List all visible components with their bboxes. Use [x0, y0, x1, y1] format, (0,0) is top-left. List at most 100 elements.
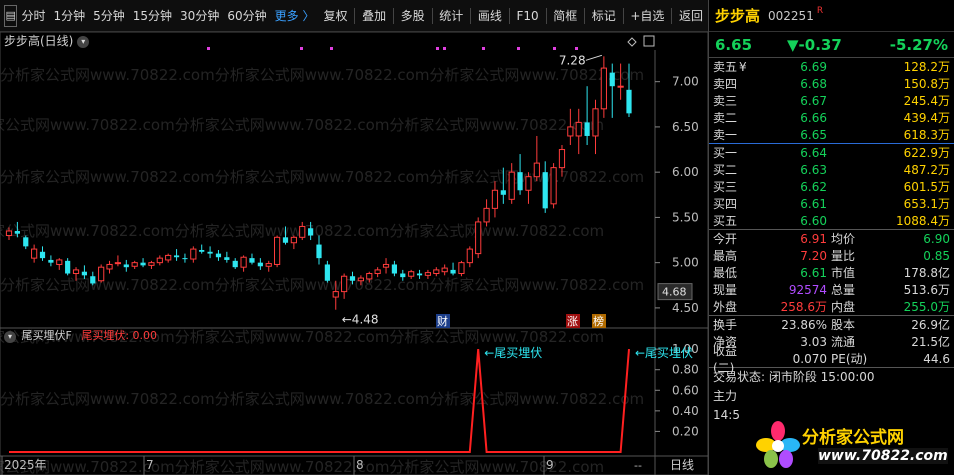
chevron-down-icon[interactable]: ▾ [77, 35, 90, 48]
stat-value: 23.86% [781, 317, 827, 332]
stat-value: 0.070 [792, 351, 827, 366]
candle-body [308, 228, 314, 236]
order-volume: 622.9万 [903, 146, 950, 160]
sell-row[interactable]: 卖二 6.66 439.4万 [709, 109, 954, 126]
margin-flag: R [816, 5, 824, 16]
stat-label: 均价 [831, 232, 856, 246]
stat-label: PE(动) [831, 352, 868, 366]
order-label: 买五 [713, 214, 738, 228]
currency-symbol: ¥ [739, 60, 747, 74]
toolbar-divider [470, 7, 471, 24]
candle-body [257, 262, 263, 267]
period-tab-30min[interactable]: 30分钟 [176, 0, 223, 32]
sell-row[interactable]: 卖四 6.68 150.8万 [709, 75, 954, 92]
statistics-button[interactable]: 统计 [434, 0, 468, 32]
candle-body [81, 271, 88, 276]
buy-row[interactable]: 买四 6.61 653.1万 [709, 195, 954, 212]
candle-body [173, 255, 180, 258]
indicator-name: 尾买埋伏F [21, 329, 72, 342]
add-watchlist-button[interactable]: +自选 [625, 0, 669, 32]
stats-block: 今开 6.91 均价 6.90 最高 7.20 量比 0.85 最低 6.61 市值 178.8亿 现量… [709, 230, 954, 375]
indicator-layer: 1.000.800.600.400.20←尾买埋伏 ←尾买埋伏2025年 7 8 9 --… [1, 342, 699, 475]
candle-body [324, 264, 330, 281]
watermark-text: 分析家公式网www.70822.com分析家公式网www.70822.com分析… [0, 390, 644, 408]
candle-body [349, 276, 356, 281]
signal-label: ←尾买埋伏 [635, 346, 693, 360]
stat-value: 44.6 [923, 351, 950, 366]
sell-row[interactable]: 卖五 ¥ 6.69 128.2万 [709, 58, 954, 75]
price-tick-label: 7.00 [672, 75, 699, 89]
buy-row[interactable]: 买三 6.62 601.5万 [709, 178, 954, 195]
period-tab-5min[interactable]: 5分钟 [89, 0, 129, 32]
signal-label: ←尾买埋伏 [484, 346, 542, 360]
stat-label: 今开 [713, 232, 738, 246]
buy-row[interactable]: 买五 6.60 1088.4万 [709, 212, 954, 229]
stat-row: 换手 23.86% 股本 26.9亿 [709, 316, 954, 333]
stat-row: 今开 6.91 均价 6.90 [709, 230, 954, 247]
candle-body [90, 276, 96, 284]
candle-body [450, 269, 456, 274]
stat-value: 6.91 [800, 231, 827, 246]
candle-body [500, 190, 506, 195]
candle-body [542, 172, 548, 209]
buy-row[interactable]: 买一 6.64 622.9万 [709, 144, 954, 161]
candle-body [65, 260, 71, 274]
back-button[interactable]: 返回 [674, 0, 708, 32]
order-label: 卖三 [713, 94, 738, 108]
stat-label: 最低 [713, 266, 738, 280]
more-periods-button[interactable]: 更多 〉 [271, 0, 319, 32]
menu-icon[interactable]: ▤ [4, 4, 18, 27]
overlay-button[interactable]: 叠加 [357, 0, 391, 32]
candle-body [424, 272, 432, 276]
candle-body [72, 269, 80, 275]
site-name: 分析家公式网 [802, 428, 904, 448]
multi-stock-button[interactable]: 多股 [396, 0, 430, 32]
candle-body [224, 257, 230, 260]
order-volume: 618.3万 [903, 128, 950, 142]
stat-value: 513.6万 [903, 283, 950, 297]
toolbar-divider [622, 7, 624, 24]
period-tab-60min[interactable]: 60分钟 [223, 0, 270, 32]
site-url: www.70822.com [818, 448, 948, 464]
date-label: 7 [146, 458, 154, 472]
candle-body [584, 122, 590, 136]
order-label: 卖四 [713, 77, 738, 91]
mark-button[interactable]: 标记 [587, 0, 621, 32]
high-pointer-line [585, 54, 603, 61]
period-tab-fenshi[interactable]: 分时 [17, 0, 49, 32]
stat-row: 现量 92574 总量 513.6万 [709, 281, 954, 298]
candle-body [366, 273, 373, 280]
box-icon [643, 35, 655, 47]
ind-tick-label: 0.60 [672, 383, 699, 397]
f10-button[interactable]: F10 [511, 0, 543, 32]
trade-status: 交易状态: 闭市阶段 15:00:00 [713, 370, 875, 384]
stat-label: 股本 [831, 318, 856, 332]
more-label: 更多 [274, 8, 299, 23]
chevron-down-icon[interactable]: ▾ [4, 331, 16, 343]
candle-body [550, 167, 557, 205]
low-price-label: ←4.48 [342, 313, 379, 327]
stat-row: 最低 6.61 市值 178.8亿 [709, 264, 954, 281]
candle-body [199, 249, 205, 252]
price-tick-label: 5.00 [672, 256, 699, 270]
order-volume: 653.1万 [903, 197, 950, 211]
candle-body [98, 266, 105, 282]
order-label: 买二 [713, 163, 738, 177]
candle-body [517, 172, 523, 191]
kline-chart[interactable]: 分析家公式网www.70822.com分析家公式网www.70822.com分析… [0, 32, 708, 475]
candle-body [249, 258, 255, 263]
sell-row[interactable]: 卖三 6.67 245.4万 [709, 92, 954, 109]
watermark-text: 分析家公式网www.70822.com分析家公式网www.70822.com分析… [0, 66, 644, 84]
simple-frame-button[interactable]: 简框 [548, 0, 582, 32]
toolbar: ▤ 分时 1分钟 5分钟 15分钟 30分钟 60分钟 更多 〉 复权 叠加 多… [0, 0, 708, 32]
sell-row[interactable]: 卖一 6.65 618.3万 [709, 126, 954, 143]
period-tab-1min[interactable]: 1分钟 [49, 0, 89, 32]
watermark-text: 分析家公式网www.70822.com分析家公式网www.70822.com分析… [0, 458, 604, 475]
stat-label: 换手 [713, 318, 738, 332]
draw-line-button[interactable]: 画线 [473, 0, 507, 32]
period-tab-15min[interactable]: 15分钟 [129, 0, 176, 32]
restore-rights-button[interactable]: 复权 [318, 0, 352, 32]
buy-row[interactable]: 买二 6.63 487.2万 [709, 161, 954, 178]
candle-body [525, 176, 532, 191]
candle-body [400, 273, 406, 278]
